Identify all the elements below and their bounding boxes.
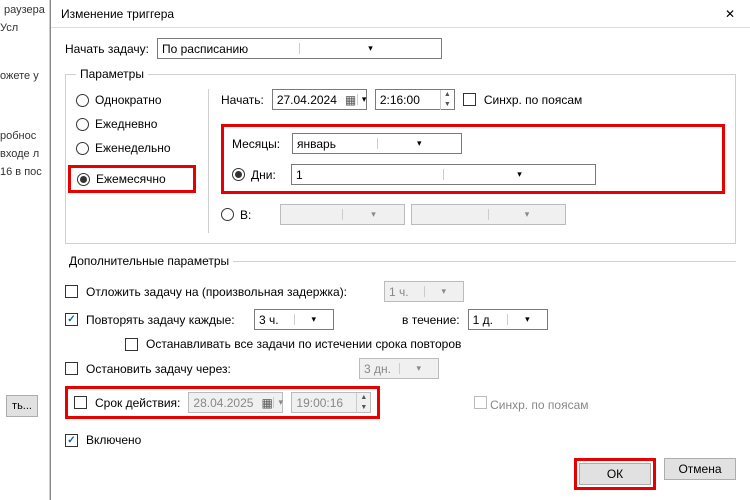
close-button[interactable]: ✕ (710, 0, 750, 28)
spinner-icon: ▲▼ (440, 90, 454, 110)
titlebar: Изменение триггера ✕ (51, 0, 750, 28)
chevron-down-icon: ▾ (299, 43, 441, 54)
sync-tz-label: Синхр. по поясам (484, 93, 582, 107)
start-date-picker[interactable]: 27.04.2024 ▦ ▾ (272, 89, 367, 110)
stop-all-checkbox[interactable] (125, 338, 138, 351)
calendar-icon: ▦ (257, 396, 273, 410)
on-label: В: (240, 208, 280, 222)
begin-task-value: По расписанию (158, 42, 299, 56)
stop-all-label: Останавливать все задачи по истечении ср… (146, 337, 461, 351)
chevron-down-icon: ▾ (507, 314, 547, 325)
chevron-down-icon: ▾ (273, 397, 287, 408)
months-select[interactable]: январь ▾ (292, 133, 462, 154)
repeat-for-select[interactable]: 1 д. ▾ (468, 309, 548, 330)
cancel-button[interactable]: Отмена (664, 458, 736, 480)
spinner-icon: ▲▼ (356, 393, 370, 413)
bg-edit-button[interactable]: ть... (6, 395, 38, 417)
ok-button[interactable]: ОК (579, 463, 651, 485)
radio-icon (76, 94, 89, 107)
stop-after-checkbox[interactable] (65, 362, 78, 375)
chevron-down-icon: ▾ (342, 209, 404, 220)
chevron-down-icon: ▾ (488, 209, 565, 220)
additional-legend: Дополнительные параметры (65, 254, 233, 268)
chevron-down-icon: ▾ (357, 94, 371, 105)
sync-tz-checkbox[interactable] (463, 93, 476, 106)
radio-monthly[interactable]: Ежемесячно (77, 172, 187, 186)
expire-sync-label: Синхр. по поясам (490, 398, 588, 412)
radio-weekly[interactable]: Еженедельно (76, 141, 196, 155)
chevron-down-icon: ▾ (399, 363, 439, 374)
expire-time-picker: 19:00:16 ▲▼ (291, 392, 371, 413)
bg-title: раузера (0, 2, 49, 18)
start-label: Начать: (221, 93, 264, 107)
repeat-every-select[interactable]: 3 ч. ▾ (254, 309, 334, 330)
radio-once[interactable]: Однократно (76, 93, 196, 107)
radio-icon (76, 118, 89, 131)
radio-icon-selected (77, 173, 90, 186)
expire-checkbox[interactable] (74, 396, 87, 409)
expire-sync-checkbox (474, 396, 487, 409)
delay-label: Отложить задачу на (произвольная задержк… (86, 285, 376, 299)
bg-tab-conditions: Усл (0, 22, 18, 34)
radio-icon (76, 142, 89, 155)
begin-task-select[interactable]: По расписанию ▾ (157, 38, 442, 59)
chevron-down-icon: ▾ (294, 314, 334, 325)
bg-text: ожете у (0, 70, 39, 82)
bg-text: робнос (0, 130, 36, 142)
trigger-dialog: Изменение триггера ✕ Начать задачу: По р… (50, 0, 750, 500)
radio-daily[interactable]: Ежедневно (76, 117, 196, 131)
radio-on[interactable] (221, 208, 234, 221)
bg-text: 16 в пос (0, 166, 42, 178)
begin-task-label: Начать задачу: (65, 42, 149, 56)
repeat-checkbox[interactable] (65, 313, 78, 326)
repeat-label: Повторять задачу каждые: (86, 313, 246, 327)
chevron-down-icon: ▾ (424, 286, 464, 297)
close-icon: ✕ (725, 7, 735, 21)
calendar-icon: ▦ (341, 93, 357, 107)
bg-text: входе л (0, 148, 39, 160)
enabled-label: Включено (86, 433, 141, 447)
delay-select: 1 ч. ▾ (384, 281, 464, 302)
params-legend: Параметры (76, 67, 148, 81)
stop-after-label: Остановить задачу через: (86, 362, 351, 376)
radio-days[interactable] (232, 168, 245, 181)
stop-after-select: 3 дн. ▾ (359, 358, 439, 379)
params-fieldset: Параметры Однократно Ежедневно Еженедель… (65, 67, 736, 244)
chevron-down-icon: ▾ (443, 169, 595, 180)
enabled-checkbox[interactable] (65, 434, 78, 447)
delay-checkbox[interactable] (65, 285, 78, 298)
on-select-2: ▾ (411, 204, 566, 225)
days-select[interactable]: 1 ▾ (291, 164, 596, 185)
on-select-1: ▾ (280, 204, 405, 225)
chevron-down-icon: ▾ (377, 138, 462, 149)
expire-date-picker: 28.04.2025 ▦ ▾ (188, 392, 283, 413)
start-time-picker[interactable]: 2:16:00 ▲▼ (375, 89, 455, 110)
months-label: Месяцы: (232, 137, 292, 151)
additional-fieldset: Дополнительные параметры Отложить задачу… (65, 254, 736, 454)
repeat-for-label: в течение: (402, 313, 460, 327)
days-label: Дни: (251, 168, 291, 182)
dialog-title: Изменение триггера (61, 7, 710, 21)
expire-label: Срок действия: (95, 396, 180, 410)
